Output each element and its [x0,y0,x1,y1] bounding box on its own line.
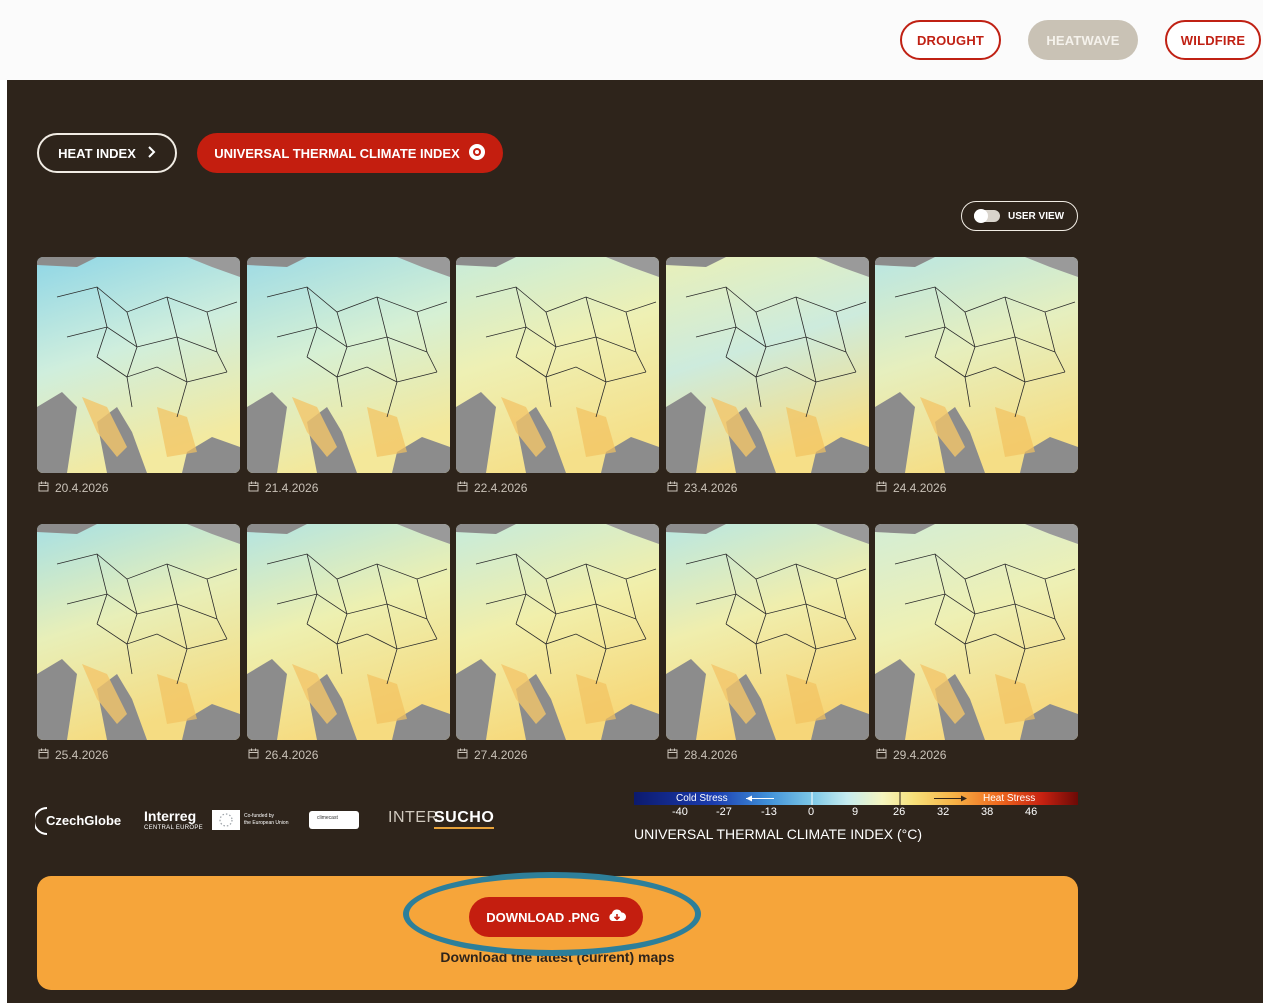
calendar-icon [667,481,678,495]
map-date-text: 29.4.2026 [893,748,947,762]
intersucho-text-a: INTER [388,809,439,826]
eu-flag-icon [212,810,240,830]
legend-tick: 26 [893,806,906,818]
map-thumbnail[interactable] [247,524,450,740]
legend-tick: -27 [716,806,732,818]
czechglobe-text: CzechGlobe [46,813,122,828]
map-thumbnail[interactable] [37,524,240,740]
map-date-label: 23.4.2026 [667,481,737,495]
map-date-label: 27.4.2026 [457,748,527,762]
map-date-text: 23.4.2026 [684,481,738,495]
map-thumbnail[interactable] [456,257,659,473]
map-date-label: 29.4.2026 [876,748,946,762]
intersucho-text-b: SUCHO [434,809,495,829]
eu-text-line2: the European Union [244,820,289,826]
interreg-logo: Interreg CENTRAL EUROPE [144,809,209,833]
interreg-text: Interreg [144,808,197,824]
utci-button[interactable]: UNIVERSAL THERMAL CLIMATE INDEX [197,133,503,173]
map-date-text: 27.4.2026 [474,748,528,762]
user-view-label: USER VIEW [1008,210,1065,222]
czechglobe-logo: CzechGlobe [35,806,125,836]
map-date-label: 20.4.2026 [38,481,108,495]
legend-tick: 46 [1025,806,1038,818]
map-date-label: 21.4.2026 [248,481,318,495]
map-thumbnail[interactable] [666,524,869,740]
map-thumbnail[interactable] [37,257,240,473]
map-date-text: 24.4.2026 [893,481,947,495]
legend-heat-label: Heat Stress [983,793,1036,804]
legend-title: UNIVERSAL THERMAL CLIMATE INDEX (°C) [634,826,922,842]
legend-tick: 38 [981,806,994,818]
calendar-icon [457,481,468,495]
heat-index-label: HEAT INDEX [58,145,136,161]
map-date-label: 28.4.2026 [667,748,737,762]
map-date-label: 22.4.2026 [457,481,527,495]
heat-index-button[interactable]: HEAT INDEX [37,133,177,173]
calendar-icon [876,748,887,762]
legend-cold-label: Cold Stress [676,793,728,804]
calendar-icon [667,748,678,762]
legend-tick: 0 [808,806,815,818]
calendar-icon [38,481,49,495]
map-date-label: 24.4.2026 [876,481,946,495]
calendar-icon [38,748,49,762]
calendar-icon [248,481,259,495]
intersucho-logo: INTER SUCHO [388,809,495,831]
tab-heatwave[interactable]: HEATWAVE [1028,20,1138,60]
map-thumbnail[interactable] [247,257,450,473]
legend-tick: -40 [672,806,688,818]
map-date-text: 26.4.2026 [265,748,319,762]
clim-badge-text: climecast [317,815,338,821]
map-date-text: 21.4.2026 [265,481,319,495]
legend-tick: 32 [937,806,950,818]
calendar-icon [876,481,887,495]
toggle-switch[interactable] [974,209,1000,223]
map-date-label: 25.4.2026 [38,748,108,762]
legend-tick: 9 [852,806,859,818]
map-thumbnail[interactable] [875,257,1078,473]
map-date-text: 22.4.2026 [474,481,528,495]
tab-drought[interactable]: DROUGHT [900,20,1001,60]
map-date-label: 26.4.2026 [248,748,318,762]
map-date-text: 28.4.2026 [684,748,738,762]
utci-label: UNIVERSAL THERMAL CLIMATE INDEX [214,145,460,161]
top-nav-bar: DROUGHT HEATWAVE WILDFIRE [0,0,1263,80]
map-thumbnail[interactable] [666,257,869,473]
calendar-icon [457,748,468,762]
user-view-toggle[interactable]: USER VIEW [961,201,1078,231]
interreg-subtext: CENTRAL EUROPE [144,825,203,831]
legend-tick: -13 [761,806,777,818]
tab-wildfire[interactable]: WILDFIRE [1165,20,1261,60]
map-date-text: 25.4.2026 [55,748,109,762]
eu-text-line1: Co-funded by [244,813,275,819]
eu-cofunded-logo: Co-funded by the European Union [212,810,312,832]
map-thumbnail[interactable] [456,524,659,740]
map-date-text: 20.4.2026 [55,481,109,495]
map-thumbnail[interactable] [875,524,1078,740]
calendar-icon [248,748,259,762]
eye-icon [468,143,486,164]
highlight-annotation-ring [403,872,701,956]
clim-badge-logo: climecast [309,811,359,829]
chevron-right-icon [146,145,156,161]
